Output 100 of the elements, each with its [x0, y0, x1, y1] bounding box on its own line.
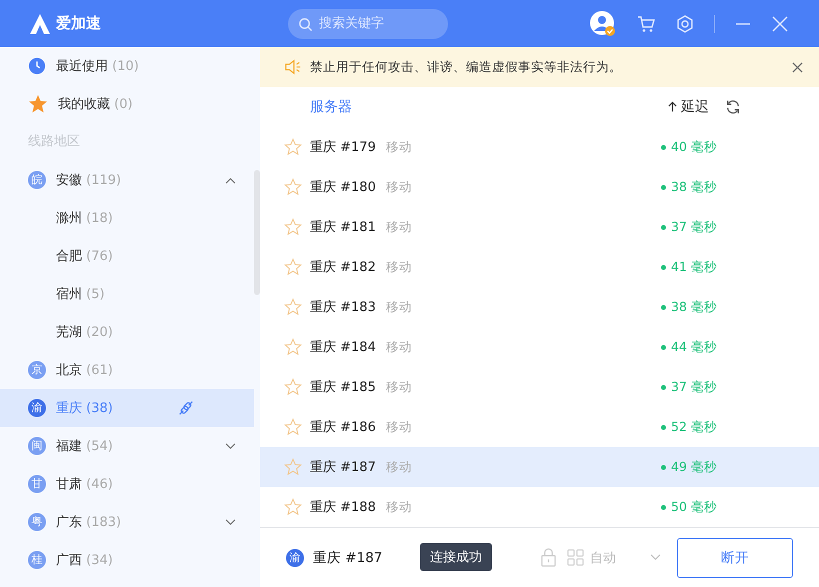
star-icon[interactable]	[284, 378, 302, 396]
star-icon[interactable]	[284, 458, 302, 476]
chevron-down-icon[interactable]	[225, 518, 236, 526]
chevron-up-icon[interactable]	[225, 176, 236, 184]
carrier-label: 移动	[386, 378, 412, 396]
search-field[interactable]: 搜索关键字	[288, 8, 448, 38]
star-icon[interactable]	[284, 218, 302, 236]
latency-value: 44 毫秒	[671, 338, 717, 356]
sidebar-item[interactable]: 最近使用 (10)	[0, 47, 254, 85]
server-row[interactable]: 重庆 #184 移动 44 毫秒	[260, 327, 819, 367]
status-dot-icon	[661, 264, 666, 270]
star-icon[interactable]	[284, 418, 302, 436]
latency-value: 37 毫秒	[671, 218, 717, 236]
grid-icon	[567, 549, 584, 566]
server-row[interactable]: 重庆 #185 移动 37 毫秒	[260, 367, 819, 407]
region-badge: 渝	[28, 399, 46, 417]
status-dot-icon	[661, 384, 666, 390]
region-item[interactable]: 渝 重庆 (38)	[0, 389, 254, 427]
server-row[interactable]: 重庆 #181 移动 37 毫秒	[260, 207, 819, 247]
region-badge: 桂	[28, 551, 46, 569]
server-name: 重庆 #183	[310, 299, 376, 316]
latency-value: 41 毫秒	[671, 258, 717, 276]
sort-header[interactable]: 延迟	[668, 98, 709, 116]
status-dot-icon	[661, 344, 666, 350]
star-icon	[28, 94, 48, 114]
region-item[interactable]: 闽 福建 (54)	[0, 427, 254, 465]
region-badge: 皖	[28, 171, 46, 189]
server-name: 重庆 #185	[310, 379, 376, 396]
region-item[interactable]: 京 北京 (61)	[0, 351, 254, 389]
link-icon[interactable]	[176, 399, 195, 417]
lock-icon[interactable]	[540, 548, 557, 567]
latency-value: 38 毫秒	[671, 178, 717, 196]
carrier-label: 移动	[386, 138, 412, 156]
region-badge: 闽	[28, 437, 46, 455]
region-badge: 渝	[286, 548, 304, 566]
carrier-label: 移动	[386, 218, 412, 236]
star-icon[interactable]	[284, 138, 302, 156]
server-row[interactable]: 重庆 #182 移动 41 毫秒	[260, 247, 819, 287]
server-name: 重庆 #186	[310, 419, 376, 436]
carrier-label: 移动	[386, 258, 412, 276]
status-dot-icon	[661, 144, 666, 150]
carrier-label: 移动	[386, 498, 412, 516]
region-item[interactable]: 桂 广西 (34)	[0, 541, 254, 579]
cart-icon[interactable]	[636, 14, 656, 34]
star-icon[interactable]	[284, 498, 302, 516]
star-icon[interactable]	[284, 298, 302, 316]
refresh-icon[interactable]	[725, 99, 741, 115]
latency-value: 49 毫秒	[671, 458, 717, 476]
status-tooltip: 连接成功	[420, 543, 492, 571]
latency-value: 38 毫秒	[671, 298, 717, 316]
latency-value: 37 毫秒	[671, 378, 717, 396]
carrier-label: 移动	[386, 458, 412, 476]
close-icon[interactable]	[792, 62, 803, 72]
column-header[interactable]: 服务器	[310, 98, 352, 116]
server-name: 重庆 #182	[310, 259, 376, 276]
clock-icon	[28, 57, 46, 75]
server-row[interactable]: 重庆 #186 移动 52 毫秒	[260, 407, 819, 447]
app-name: 爱加速	[56, 14, 101, 33]
notice-text: 禁止用于任何攻击、诽谤、编造虚假事实等非法行为。	[310, 58, 622, 76]
region-badge: 粤	[28, 513, 46, 531]
region-badge: 甘	[28, 475, 46, 493]
status-dot-icon	[661, 504, 666, 510]
speaker-icon	[284, 58, 302, 76]
sidebar-item[interactable]: 我的收藏 (0)	[0, 85, 254, 123]
region-item[interactable]: 皖 安徽 (119)	[0, 161, 254, 199]
carrier-label: 移动	[386, 178, 412, 196]
star-icon[interactable]	[284, 258, 302, 276]
server-row[interactable]: 重庆 #179 移动 40 毫秒	[260, 127, 819, 167]
disconnect-button[interactable]: 断开	[677, 538, 793, 578]
server-row[interactable]: 重庆 #188 移动 50 毫秒	[260, 487, 819, 527]
status-dot-icon	[661, 184, 666, 190]
carrier-label: 移动	[386, 338, 412, 356]
status-dot-icon	[661, 464, 666, 470]
server-row[interactable]: 重庆 #183 移动 38 毫秒	[260, 287, 819, 327]
server-name: 重庆 #188	[310, 499, 376, 516]
city-item[interactable]: 芜湖 (20)	[0, 313, 254, 351]
server-name: 重庆 #184	[310, 339, 376, 356]
arrow-up-icon	[668, 101, 677, 113]
server-name: 重庆 #179	[310, 139, 376, 156]
chevron-down-icon	[650, 554, 661, 561]
region-item[interactable]: 粤 广东 (183)	[0, 503, 254, 541]
settings-icon[interactable]	[675, 14, 695, 34]
server-name: 重庆 #181	[310, 219, 376, 236]
city-item[interactable]: 合肥 (76)	[0, 237, 254, 275]
chevron-down-icon[interactable]	[225, 442, 236, 450]
status-dot-icon	[661, 224, 666, 230]
server-row[interactable]: 重庆 #180 移动 38 毫秒	[260, 167, 819, 207]
city-item[interactable]: 滁州 (18)	[0, 199, 254, 237]
server-row[interactable]: 重庆 #187 移动 49 毫秒	[260, 447, 819, 487]
region-item[interactable]: 甘 甘肃 (46)	[0, 465, 254, 503]
user-avatar-icon[interactable]	[589, 10, 617, 38]
city-item[interactable]: 宿州 (5)	[0, 275, 254, 313]
status-dot-icon	[661, 424, 666, 430]
latency-value: 52 毫秒	[671, 418, 717, 436]
latency-value: 40 毫秒	[671, 138, 717, 156]
connected-server: 重庆 #187	[313, 548, 382, 566]
star-icon[interactable]	[284, 178, 302, 196]
star-icon[interactable]	[284, 338, 302, 356]
logo-icon	[28, 12, 52, 36]
latency-value: 50 毫秒	[671, 498, 717, 516]
